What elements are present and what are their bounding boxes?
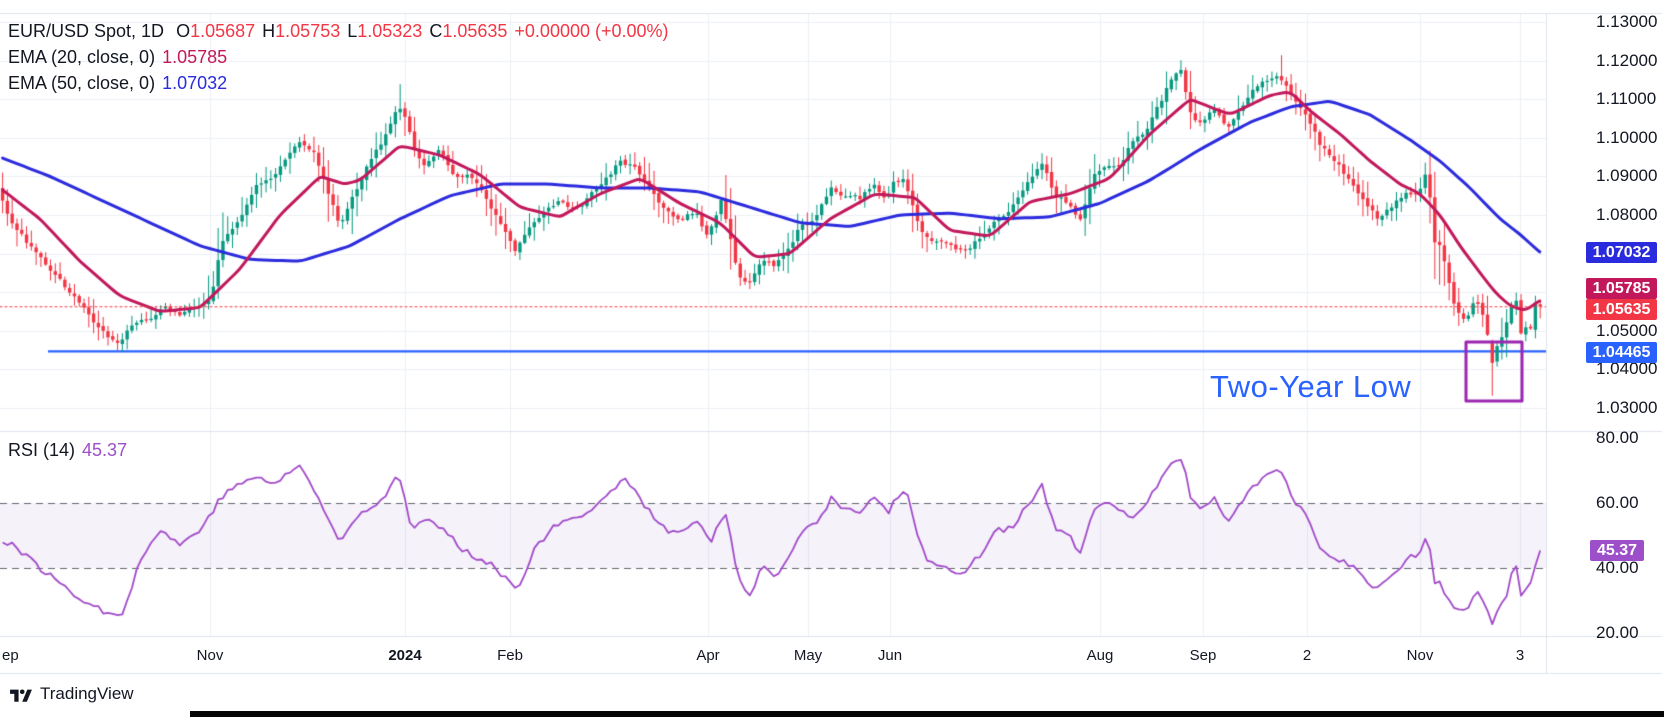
time-tick-label: Feb — [497, 647, 523, 665]
rsi-value: 45.37 — [82, 440, 127, 461]
ema50-value: 1.07032 — [162, 73, 227, 94]
time-tick-label: 2024 — [388, 647, 421, 665]
close-value: C1.05635 — [429, 21, 507, 42]
time-tick-label: Nov — [197, 647, 224, 665]
ema50-row[interactable]: EMA (50, close, 0) 1.07032 — [8, 70, 669, 96]
open-value: O1.05687 — [176, 21, 255, 42]
chart-canvas[interactable] — [0, 0, 1675, 718]
high-value: H1.05753 — [262, 21, 340, 42]
rsi-tick-label: 20.00 — [1596, 623, 1639, 643]
time-tick-label: Apr — [696, 647, 719, 665]
ema20-value: 1.05785 — [162, 47, 227, 68]
footer: TradingView — [10, 684, 134, 704]
ema20-row[interactable]: EMA (20, close, 0) 1.05785 — [8, 44, 669, 70]
ema50-price-badge: 1.07032 — [1586, 242, 1657, 263]
rsi-tick-label: 80.00 — [1596, 428, 1639, 448]
time-tick-label: May — [794, 647, 822, 665]
two-year-low-annotation[interactable]: Two-Year Low — [1210, 371, 1411, 403]
symbol-legend: EUR/USD Spot, 1D O1.05687 H1.05753 L1.05… — [8, 18, 669, 96]
rsi-legend[interactable]: RSI (14) 45.37 — [8, 438, 127, 462]
symbol-title[interactable]: EUR/USD Spot, 1D — [8, 21, 164, 42]
time-tick-label: Aug — [1087, 647, 1114, 665]
rsi-value-badge: 45.37 — [1590, 540, 1644, 561]
price-tick-label: 1.13000 — [1596, 12, 1657, 32]
low-value: L1.05323 — [347, 21, 422, 42]
support-price-badge: 1.04465 — [1586, 342, 1657, 363]
price-tick-label: 1.11000 — [1596, 89, 1656, 109]
time-tick-label: Jun — [878, 647, 902, 665]
rsi-tick-label: 60.00 — [1596, 493, 1639, 513]
time-tick-label: 3 — [1516, 647, 1524, 665]
price-tick-label: 1.05000 — [1596, 321, 1657, 341]
price-tick-label: 1.09000 — [1596, 166, 1657, 186]
price-tick-label: 1.12000 — [1596, 51, 1657, 71]
time-tick-label: 2 — [1303, 647, 1311, 665]
last-price-badge: 1.05635 — [1586, 299, 1657, 320]
tradingview-chart: EUR/USD Spot, 1D O1.05687 H1.05753 L1.05… — [0, 0, 1675, 718]
time-tick-label: ep — [2, 647, 19, 665]
time-tick-label: Nov — [1407, 647, 1434, 665]
symbol-row[interactable]: EUR/USD Spot, 1D O1.05687 H1.05753 L1.05… — [8, 18, 669, 44]
price-tick-label: 1.03000 — [1596, 398, 1657, 418]
change-value: +0.00000 (+0.00%) — [514, 21, 668, 42]
ema20-label: EMA (20, close, 0) — [8, 47, 155, 68]
tradingview-brand[interactable]: TradingView — [40, 684, 134, 704]
time-tick-label: Sep — [1190, 647, 1217, 665]
price-tick-label: 1.08000 — [1596, 205, 1657, 225]
bottom-black-bar — [190, 711, 1664, 717]
ema20-price-badge: 1.05785 — [1586, 278, 1657, 299]
ema50-label: EMA (50, close, 0) — [8, 73, 155, 94]
tradingview-logo-icon[interactable] — [10, 686, 32, 703]
rsi-label: RSI (14) — [8, 440, 75, 461]
price-tick-label: 1.10000 — [1596, 128, 1657, 148]
